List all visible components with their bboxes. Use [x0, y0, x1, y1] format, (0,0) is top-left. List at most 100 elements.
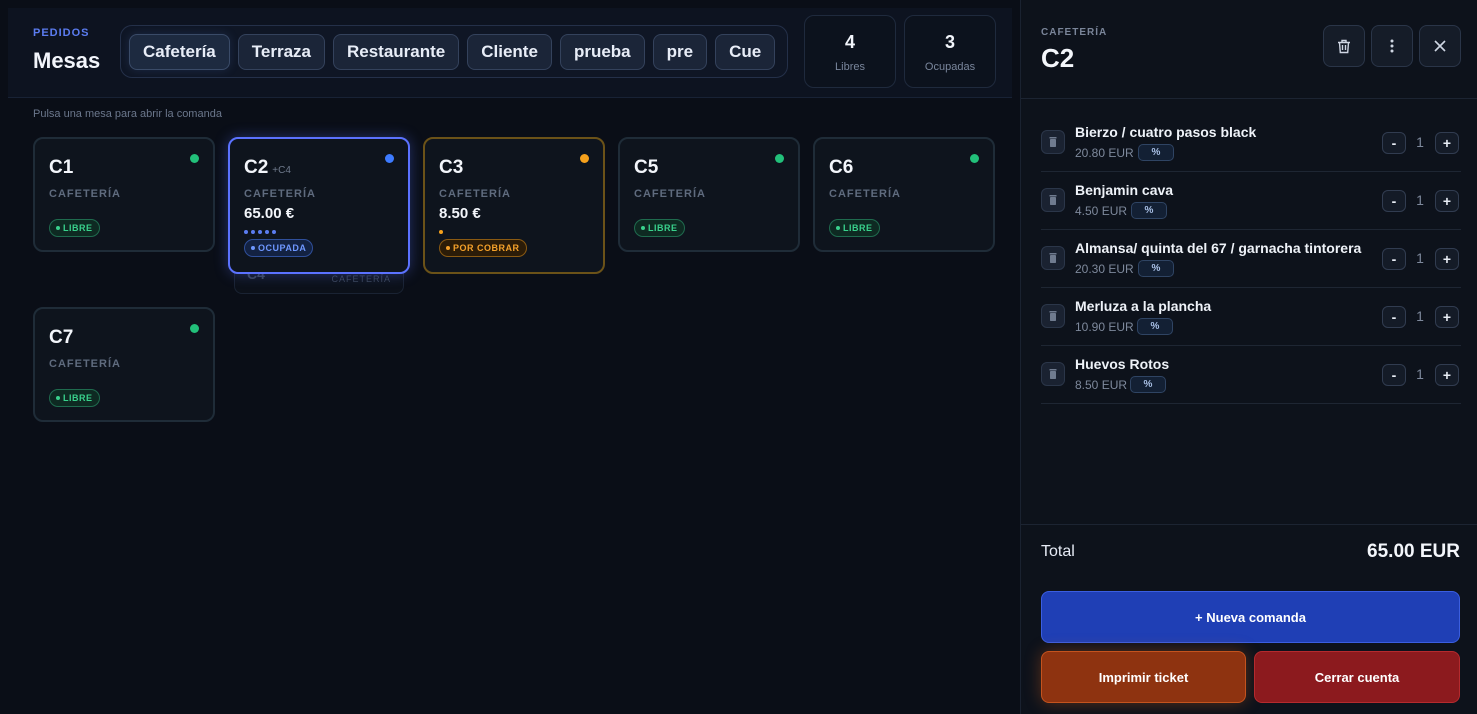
status-badge: LIBRE: [49, 219, 100, 237]
table-card-c2[interactable]: C2 +C4 CAFETERÍA 65.00 € OCUPADA: [228, 137, 410, 274]
order-items-list: Bierzo / cuatro pasos black 20.80 EUR % …: [1041, 114, 1461, 404]
tab-cafeteria[interactable]: Cafetería: [129, 34, 230, 70]
table-area: CAFETERÍA: [49, 188, 121, 200]
remove-item-button[interactable]: [1041, 304, 1065, 328]
item-name: Almansa/ quinta del 67 / garnacha tintor…: [1075, 240, 1362, 256]
item-price: 8.50 EUR: [1075, 378, 1128, 392]
trash-icon: [1049, 311, 1057, 321]
stat-free: 4 Libres: [804, 15, 896, 88]
increase-qty-button[interactable]: +: [1435, 190, 1459, 212]
hint-text: Pulsa una mesa para abrir la comanda: [33, 108, 222, 120]
print-ticket-button[interactable]: Imprimir ticket: [1041, 651, 1246, 703]
table-card-c6[interactable]: C6 CAFETERÍA LIBRE: [813, 137, 995, 252]
trash-icon: [1338, 39, 1350, 53]
table-card-c3[interactable]: C3 CAFETERÍA 8.50 € POR COBRAR: [423, 137, 605, 274]
status-dot: [190, 154, 199, 163]
status-badge: LIBRE: [829, 219, 880, 237]
status-dot: [385, 154, 394, 163]
order-item: Merluza a la plancha 10.90 EUR % - 1 +: [1041, 288, 1461, 346]
table-name: C2 +C4: [244, 157, 291, 178]
discount-button[interactable]: %: [1138, 260, 1174, 277]
status-badge: LIBRE: [49, 389, 100, 407]
stat-free-label: Libres: [835, 61, 865, 73]
tab-terraza[interactable]: Terraza: [237, 34, 325, 70]
table-card-c5[interactable]: C5 CAFETERÍA LIBRE: [618, 137, 800, 252]
table-area: CAFETERÍA: [331, 274, 391, 284]
close-account-button[interactable]: Cerrar cuenta: [1254, 651, 1460, 703]
close-icon: [1434, 40, 1446, 52]
item-name: Bierzo / cuatro pasos black: [1075, 124, 1257, 140]
table-area: CAFETERÍA: [439, 188, 511, 200]
tab-pre[interactable]: pre: [652, 34, 708, 70]
table-name: C5: [634, 157, 659, 178]
item-qty: 1: [1416, 134, 1424, 150]
table-name: C1: [49, 157, 74, 178]
total-divider: [1021, 524, 1477, 525]
decrease-qty-button[interactable]: -: [1382, 364, 1406, 386]
panel-divider: [1021, 98, 1477, 99]
stat-busy-value: 3: [944, 32, 955, 52]
remove-item-button[interactable]: [1041, 188, 1065, 212]
status-badge: LIBRE: [634, 219, 685, 237]
tab-cliente[interactable]: Cliente: [467, 34, 552, 70]
discount-button[interactable]: %: [1137, 318, 1173, 335]
decrease-qty-button[interactable]: -: [1382, 306, 1406, 328]
discount-button[interactable]: %: [1138, 144, 1174, 161]
item-price: 20.30 EUR: [1075, 262, 1134, 276]
item-qty: 1: [1416, 366, 1424, 382]
increase-qty-button[interactable]: +: [1435, 132, 1459, 154]
table-card-c7[interactable]: C7 CAFETERÍA LIBRE: [33, 307, 215, 422]
delete-order-button[interactable]: [1323, 25, 1365, 67]
remove-item-button[interactable]: [1041, 362, 1065, 386]
area-tabs: Cafetería Terraza Restaurante Cliente pr…: [120, 25, 788, 78]
discount-button[interactable]: %: [1130, 376, 1166, 393]
tab-prueba[interactable]: prueba: [559, 34, 645, 70]
discount-button[interactable]: %: [1131, 202, 1167, 219]
decrease-qty-button[interactable]: -: [1382, 248, 1406, 270]
trash-icon: [1049, 195, 1057, 205]
order-item: Bierzo / cuatro pasos black 20.80 EUR % …: [1041, 114, 1461, 172]
remove-item-button[interactable]: [1041, 130, 1065, 154]
close-panel-button[interactable]: [1419, 25, 1461, 67]
increase-qty-button[interactable]: +: [1435, 364, 1459, 386]
table-area: CAFETERÍA: [49, 358, 121, 370]
new-order-button[interactable]: + Nueva comanda: [1041, 591, 1460, 643]
stat-busy-label: Ocupadas: [924, 61, 976, 73]
item-qty: 1: [1416, 308, 1424, 324]
stat-free-value: 4: [844, 32, 855, 52]
status-dot: [580, 154, 589, 163]
table-name: C7: [49, 327, 74, 348]
items-dots: [244, 230, 276, 234]
more-options-button[interactable]: [1371, 25, 1413, 67]
status-badge: OCUPADA: [244, 239, 314, 257]
items-dots: [439, 230, 443, 234]
item-qty: 1: [1416, 192, 1424, 208]
increase-qty-button[interactable]: +: [1435, 248, 1459, 270]
trash-icon: [1049, 369, 1057, 379]
increase-qty-button[interactable]: +: [1435, 306, 1459, 328]
decrease-qty-button[interactable]: -: [1382, 190, 1406, 212]
order-item: Benjamin cava 4.50 EUR % - 1 +: [1041, 172, 1461, 230]
decrease-qty-button[interactable]: -: [1382, 132, 1406, 154]
remove-item-button[interactable]: [1041, 246, 1065, 270]
status-dot: [190, 324, 199, 333]
tab-restaurante[interactable]: Restaurante: [332, 34, 460, 70]
section-eyebrow: PEDIDOS: [33, 27, 90, 39]
table-name: C6: [829, 157, 854, 178]
item-name: Merluza a la plancha: [1075, 298, 1212, 314]
status-dot: [775, 154, 784, 163]
item-price: 10.90 EUR: [1075, 320, 1134, 334]
panel-title: C2: [1041, 43, 1075, 73]
order-item: Almansa/ quinta del 67 / garnacha tintor…: [1041, 230, 1461, 288]
table-area: CAFETERÍA: [634, 188, 706, 200]
item-price: 20.80 EUR: [1075, 146, 1134, 160]
table-amount: 65.00 €: [244, 205, 295, 222]
table-card-c4-ghost: C4 CAFETERÍA: [234, 272, 404, 294]
total-value: 65.00 EUR: [1367, 541, 1460, 562]
trash-icon: [1049, 253, 1057, 263]
table-name: C3: [439, 157, 464, 178]
table-card-c1[interactable]: C1 CAFETERÍA LIBRE: [33, 137, 215, 252]
panel-area: CAFETERÍA: [1041, 27, 1108, 38]
trash-icon: [1049, 137, 1057, 147]
tab-cue[interactable]: Cue: [715, 34, 776, 70]
